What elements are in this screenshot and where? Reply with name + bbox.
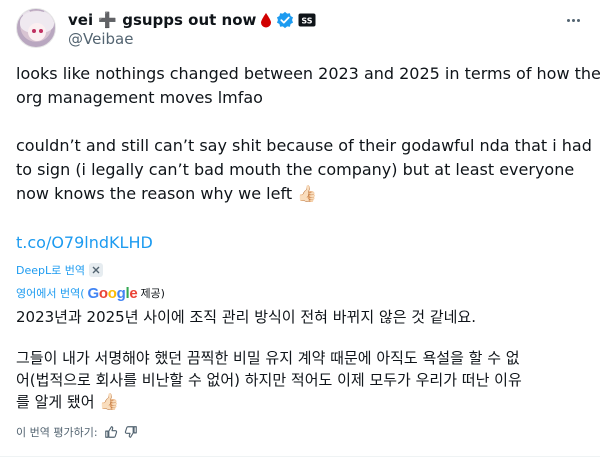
tweet-line: to sign (i legally can’t bad mouth the c… [16, 160, 575, 179]
translated-text: 2023년과 2025년 사이에 조직 관리 방식이 전혀 바뀌지 않은 것 같… [16, 306, 588, 413]
translated-line: 어(법적으로 회사를 비난할 수 없어) 하지만 적어도 이제 모두가 우리가 … [16, 371, 522, 389]
tweet-text: looks like nothings changed between 2023… [16, 62, 600, 206]
thumbs-up-icon[interactable] [104, 425, 118, 439]
tweet-link[interactable]: t.co/O79lndKLHD [16, 233, 153, 252]
tweet-header: vei ➕ gsupps out now SS @Veibae [16, 8, 584, 52]
thumbs-down-icon[interactable] [124, 425, 138, 439]
tweet-line: looks like nothings changed between 2023… [16, 64, 600, 83]
tweet-line: org management moves lmfao [16, 88, 263, 107]
display-name[interactable]: vei ➕ gsupps out now [68, 11, 256, 29]
verified-badge-icon[interactable] [276, 11, 294, 29]
google-logo: Google [87, 284, 138, 302]
translated-line: 2023년과 2025년 사이에 조직 관리 방식이 전혀 바뀌지 않은 것 같… [16, 308, 476, 326]
avatar-face [28, 23, 46, 41]
handle[interactable]: @Veibae [68, 30, 133, 48]
translation-provided-label: 제공) [140, 287, 165, 300]
svg-text:SS: SS [302, 17, 313, 26]
more-icon[interactable] [562, 10, 584, 30]
deepl-close-icon[interactable] [88, 263, 103, 277]
thumbs-up-emoji: 👍🏻 [297, 184, 318, 203]
blood-drop-icon [260, 12, 272, 28]
divider [0, 456, 600, 457]
translation-source: 영어에서 번역( Google 제공) [16, 284, 165, 302]
deepl-label[interactable]: DeepL로 번역 [16, 262, 85, 278]
rate-label: 이 번역 평가하기: [16, 426, 98, 439]
translated-line-text: 를 알게 됐어 [16, 393, 95, 411]
translation-source-label[interactable]: 영어에서 번역( [16, 285, 85, 301]
tweet-line-last: now knows the reason why we left 👍🏻 [16, 182, 588, 206]
avatar[interactable] [16, 8, 56, 48]
name-row: vei ➕ gsupps out now SS [68, 10, 316, 30]
deepl-translate[interactable]: DeepL로 번역 [16, 260, 103, 280]
tag-icon[interactable]: SS [298, 13, 316, 27]
rate-translation: 이 번역 평가하기: [16, 424, 138, 440]
avatar-eye-right [39, 29, 43, 33]
tweet-line-text: now knows the reason why we left [16, 184, 293, 203]
thumbs-up-emoji: 👍🏻 [99, 392, 120, 411]
translated-line: 그들이 내가 서명해야 했던 끔찍한 비밀 유지 계약 때문에 아직도 욕설을 … [16, 349, 520, 367]
tweet-line: couldn’t and still can’t say shit becaus… [16, 136, 592, 155]
translated-line-last: 를 알게 됐어 👍🏻 [16, 391, 588, 413]
avatar-eye-left [32, 29, 36, 33]
